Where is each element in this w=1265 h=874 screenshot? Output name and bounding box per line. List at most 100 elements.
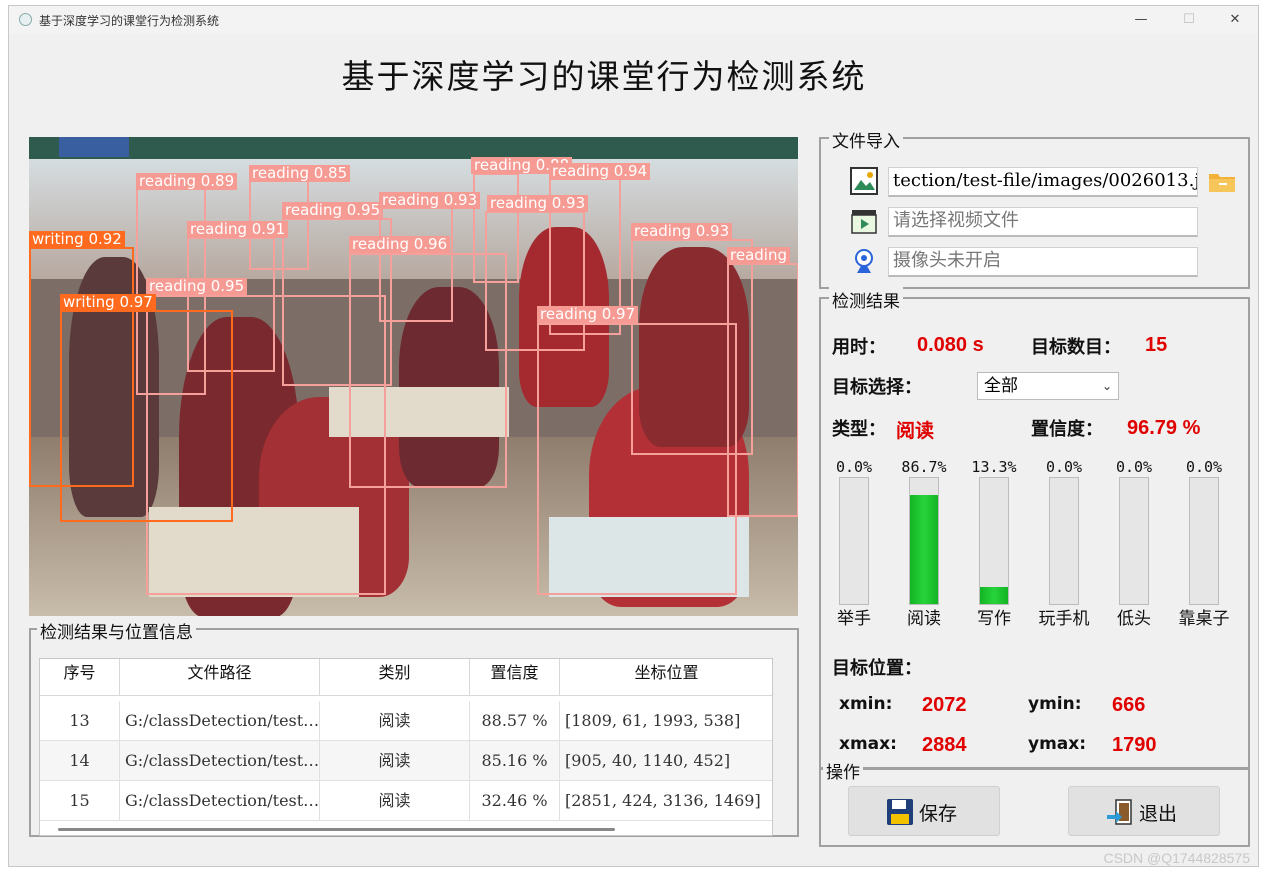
bar-class-name: 举手 [837, 609, 871, 629]
target-select[interactable]: 全部 ⌄ [977, 372, 1119, 400]
bbox-label: reading 0.97 [537, 306, 639, 323]
bar-class-name: 玩手机 [1038, 609, 1090, 629]
bbox-label: reading 0.96 [349, 236, 451, 253]
detection-results-title: 检测结果 [829, 287, 903, 312]
detection-image-view: reading 0.89 reading 0.85 reading 0.88 r… [29, 137, 798, 616]
camera-field[interactable]: 摄像头未开启 [888, 247, 1198, 277]
bar-percent: 13.3% [971, 458, 1017, 476]
time-label: 用时： [832, 337, 886, 358]
bar-percent: 0.0% [1115, 458, 1153, 476]
xmax-value: 2884 [922, 734, 967, 756]
bbox-label: reading 0.91 [187, 221, 289, 238]
table-row[interactable]: 15 G:/classDetection/test… 阅读 32.46 % [2… [40, 781, 772, 821]
webcam-icon[interactable] [849, 246, 879, 276]
results-table-title: 检测结果与位置信息 [37, 618, 196, 643]
page-title: 基于深度学习的课堂行为检测系统 [341, 57, 867, 96]
bbox-label: reading [727, 247, 790, 264]
bbox-label: reading 0.94 [549, 163, 651, 180]
bar-track [1189, 477, 1219, 605]
save-button-label: 保存 [919, 803, 958, 825]
minimize-button[interactable]: — [1121, 9, 1161, 31]
bar-fill [980, 587, 1008, 604]
bbox [537, 323, 737, 595]
save-button[interactable]: 保存 [848, 786, 1000, 836]
type-value: 阅读 [896, 420, 935, 442]
table-row[interactable]: 13 G:/classDetection/test… 阅读 88.57 % [1… [40, 701, 772, 741]
column-header[interactable]: 置信度 [470, 659, 560, 696]
cell-position: [905, 40, 1140, 452] [560, 741, 772, 781]
confidence-value: 96.79 % [1127, 417, 1201, 439]
bbox-label: reading 0.93 [487, 195, 589, 212]
count-value: 15 [1145, 334, 1168, 356]
cell-class: 阅读 [320, 781, 470, 821]
xmin-value: 2072 [922, 694, 967, 716]
bar-track [909, 477, 939, 605]
column-header[interactable]: 序号 [40, 659, 120, 696]
file-import-title: 文件导入 [829, 127, 903, 152]
column-header[interactable]: 坐标位置 [560, 659, 772, 696]
ymin-label: ymin: [1028, 694, 1082, 714]
bbox-label: reading 0.95 [146, 278, 248, 295]
cell-position: [1809, 61, 1993, 538] [560, 701, 772, 741]
app-window: 基于深度学习的课堂行为检测系统 — ☐ ✕ 基于深度学习的课堂行为检测系统 re… [8, 5, 1259, 867]
xmax-label: xmax: [839, 734, 897, 754]
cell-id: 15 [40, 781, 120, 821]
bbox-label: writing 0.92 [29, 231, 125, 248]
xmin-label: xmin: [839, 694, 893, 714]
bar-class-name: 靠桌子 [1178, 609, 1230, 629]
bar-percent: 86.7% [901, 458, 947, 476]
cell-id: 14 [40, 741, 120, 781]
bar-class-name: 写作 [977, 609, 1011, 629]
exit-button[interactable]: 退出 [1068, 786, 1220, 836]
bar-track [1119, 477, 1149, 605]
image-icon[interactable] [849, 166, 879, 196]
bar-percent: 0.0% [1185, 458, 1223, 476]
video-file-field[interactable]: 请选择视频文件 [888, 207, 1198, 237]
video-icon[interactable] [849, 206, 879, 236]
cell-confidence: 88.57 % [470, 701, 560, 741]
table-header: 序号 文件路径 类别 置信度 坐标位置 [40, 659, 772, 696]
column-header[interactable]: 文件路径 [120, 659, 320, 696]
ymin-value: 666 [1112, 694, 1146, 716]
target-select-label: 目标选择： [832, 377, 922, 398]
bbox [727, 263, 798, 517]
target-position-label: 目标位置： [832, 658, 922, 679]
bar-class-name: 阅读 [907, 609, 941, 629]
bar-percent: 0.0% [835, 458, 873, 476]
bar-percent: 0.0% [1045, 458, 1083, 476]
cell-path: G:/classDetection/test… [120, 701, 320, 741]
ymax-value: 1790 [1112, 734, 1157, 756]
cell-class: 阅读 [320, 701, 470, 741]
count-label: 目标数目： [1031, 337, 1121, 358]
horizontal-scrollbar[interactable] [58, 828, 615, 831]
title-bar: 基于深度学习的课堂行为检测系统 — ☐ ✕ [9, 6, 1258, 34]
bbox-label: reading 0.93 [379, 192, 481, 209]
cell-id: 13 [40, 701, 120, 741]
type-label: 类型： [832, 419, 886, 440]
column-header[interactable]: 类别 [320, 659, 470, 696]
results-table[interactable]: 序号 文件路径 类别 置信度 坐标位置 13 G:/classDetection… [39, 658, 773, 836]
bbox [60, 310, 233, 522]
exit-button-label: 退出 [1139, 803, 1178, 825]
close-button[interactable]: ✕ [1215, 9, 1255, 31]
cell-confidence: 85.16 % [470, 741, 560, 781]
maximize-button[interactable]: ☐ [1169, 9, 1209, 31]
bar-track [839, 477, 869, 605]
chevron-down-icon: ⌄ [1101, 379, 1112, 393]
window-title: 基于深度学习的课堂行为检测系统 [39, 14, 220, 28]
bar-fill [910, 494, 938, 604]
watermark: CSDN @Q1744828575 [1103, 850, 1250, 866]
cell-path: G:/classDetection/test… [120, 781, 320, 821]
table-row[interactable]: 14 G:/classDetection/test… 阅读 85.16 % [9… [40, 741, 772, 781]
target-select-value: 全部 [984, 376, 1018, 396]
ymax-label: ymax: [1028, 734, 1087, 754]
folder-icon[interactable] [1207, 166, 1237, 196]
image-path-field[interactable]: tection/test-file/images/0026013.jpg [888, 167, 1198, 197]
cell-position: [2851, 424, 3136, 1469] [560, 781, 772, 821]
bbox-label: reading 0.95 [282, 202, 384, 219]
operations-title: 操作 [823, 758, 863, 783]
cell-path: G:/classDetection/test… [120, 741, 320, 781]
bar-track [979, 477, 1009, 605]
exit-icon [1107, 799, 1132, 825]
bar-track [1049, 477, 1079, 605]
